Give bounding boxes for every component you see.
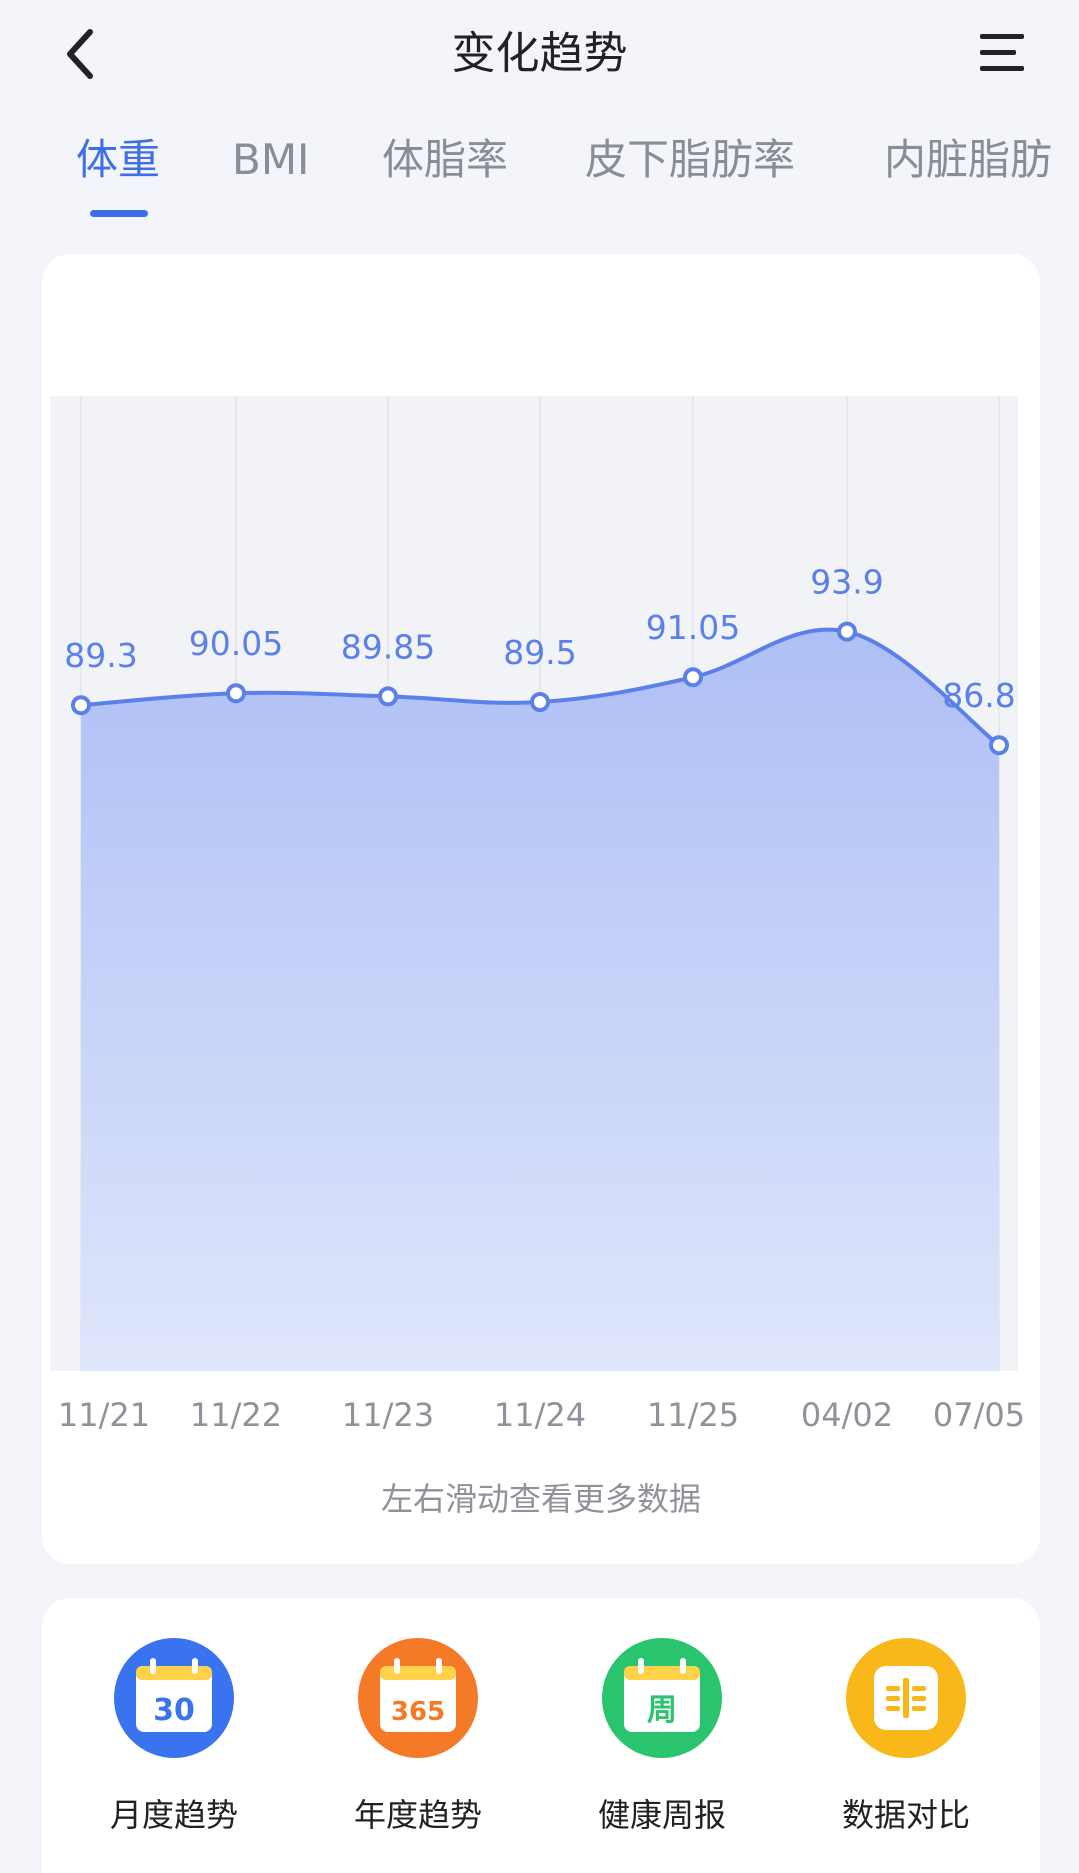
x-tick-label: 04/02 (801, 1396, 893, 1434)
tab-visceral-fat[interactable]: 内脏脂肪 (884, 130, 1052, 190)
data-label: 90.05 (189, 624, 283, 663)
swipe-hint: 左右滑动查看更多数据 (380, 1480, 701, 1518)
active-tab-indicator (90, 210, 148, 217)
x-tick-label: 11/25 (647, 1396, 739, 1434)
x-tick-label: 11/23 (342, 1396, 434, 1434)
data-point (378, 686, 398, 707)
weight-trend-chart[interactable]: 89.3 90.05 89.85 89.5 91.05 93.9 86.8 11/21 11/2… (42, 254, 1040, 1454)
menu-button[interactable] (978, 28, 1028, 78)
data-label: 86.8 (942, 676, 1015, 715)
x-tick-label: 11/21 (58, 1396, 150, 1434)
data-point (989, 735, 1009, 756)
tab-bmi[interactable]: BMI (232, 130, 309, 190)
metric-tabs: 体重 BMI 体脂率 皮下脂肪率 内脏脂肪 (0, 118, 1079, 228)
data-label: 91.05 (646, 608, 740, 647)
yearly-trend-button[interactable]: 365 年度趋势 (318, 1638, 518, 1848)
data-label: 89.85 (341, 627, 435, 666)
action-label: 月度趋势 (109, 1796, 238, 1834)
calendar-30-icon-glyph: 30 (136, 1658, 212, 1732)
trend-chart-card[interactable]: 89.3 90.05 89.85 89.5 91.05 93.9 86.8 11/21 11/2… (42, 254, 1040, 1564)
x-tick-label: 11/22 (190, 1396, 282, 1434)
tab-subcutaneous-fat[interactable]: 皮下脂肪率 (585, 130, 795, 190)
quick-actions-card: 30 月度趋势 365 年度趋势 周 健康周报 数据对比 (42, 1598, 1040, 1873)
calendar-week-icon: 周 (602, 1638, 722, 1758)
x-tick-label: 07/05 (933, 1396, 1025, 1434)
calendar-365-icon: 365 (358, 1638, 478, 1758)
svg-text:周: 周 (647, 1693, 677, 1728)
x-tick-label: 11/24 (494, 1396, 586, 1434)
area-fill (81, 629, 999, 1371)
svg-text:30: 30 (153, 1693, 195, 1728)
compare-icon-glyph (874, 1666, 938, 1730)
data-label: 89.5 (503, 633, 576, 672)
monthly-trend-button[interactable]: 30 月度趋势 (74, 1638, 274, 1848)
calendar-30-icon: 30 (114, 1638, 234, 1758)
data-point (683, 667, 703, 688)
data-point (71, 695, 91, 716)
data-point (837, 621, 857, 642)
svg-text:365: 365 (391, 1697, 445, 1727)
data-compare-button[interactable]: 数据对比 (806, 1638, 1006, 1848)
top-bar: 变化趋势 (0, 0, 1079, 110)
action-label: 数据对比 (841, 1796, 970, 1834)
calendar-365-icon-glyph: 365 (380, 1658, 456, 1732)
weekly-report-button[interactable]: 周 健康周报 (562, 1638, 762, 1848)
action-label: 健康周报 (597, 1796, 726, 1834)
data-point (530, 692, 550, 712)
calendar-week-icon-glyph: 周 (624, 1658, 700, 1732)
data-label: 93.9 (810, 563, 883, 602)
page-title: 变化趋势 (451, 28, 628, 79)
compare-icon (846, 1638, 966, 1758)
action-label: 年度趋势 (353, 1796, 482, 1834)
data-label: 89.3 (64, 636, 137, 675)
menu-icon (980, 34, 1024, 71)
data-point (226, 683, 246, 704)
tab-body-fat[interactable]: 体脂率 (382, 130, 508, 190)
tab-weight[interactable]: 体重 (76, 130, 160, 190)
